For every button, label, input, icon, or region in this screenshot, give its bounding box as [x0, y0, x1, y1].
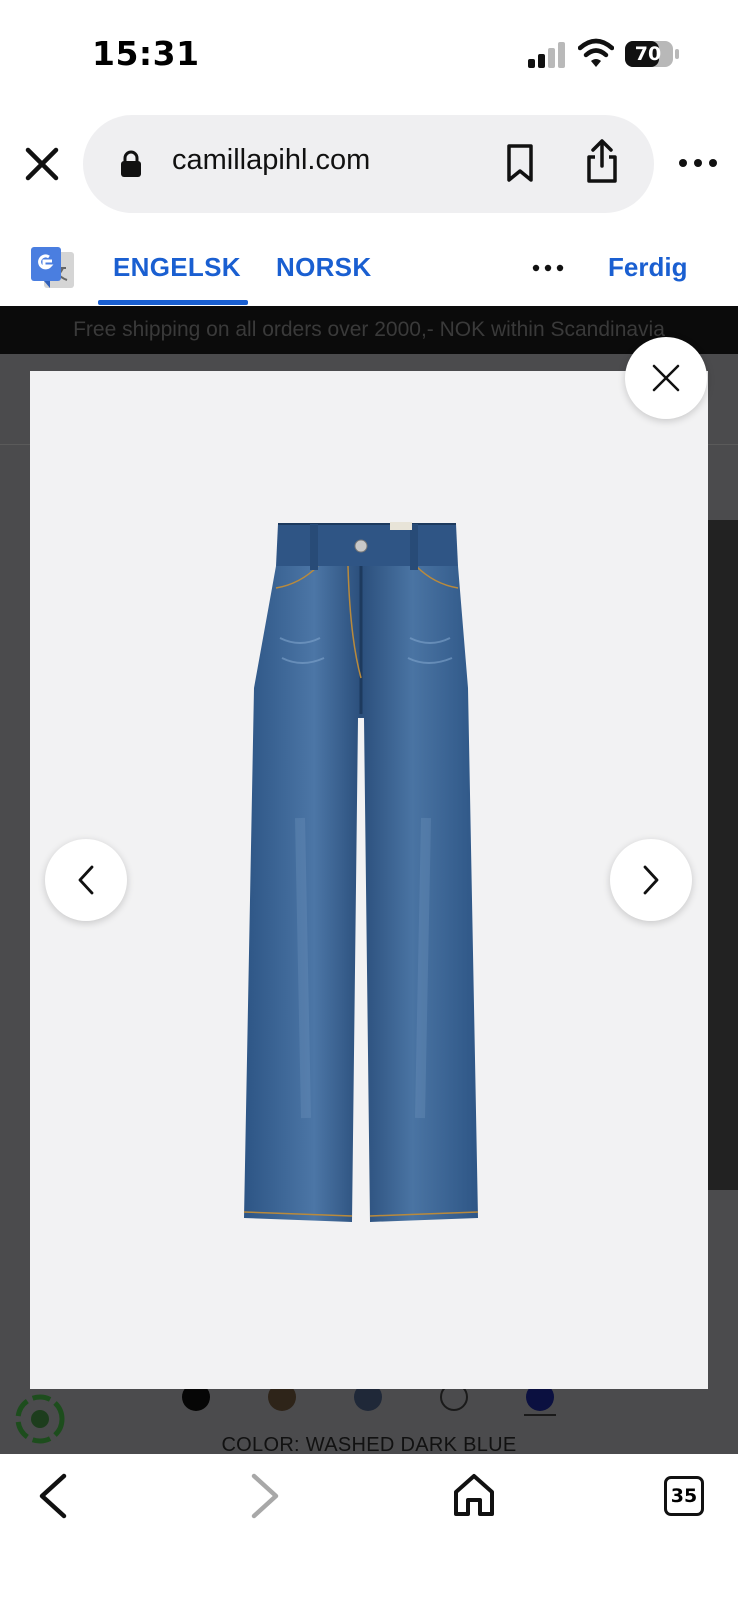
chevron-right-icon: [643, 865, 659, 895]
promo-text: Free shipping on all orders over 2000,- …: [73, 318, 665, 341]
background-product-photo: [707, 520, 738, 1190]
selected-swatch-indicator: [524, 1414, 556, 1416]
bookmark-icon[interactable]: [504, 143, 536, 183]
google-translate-icon: [31, 247, 74, 288]
selected-tab-indicator: [98, 300, 248, 305]
status-time: 15:31: [92, 34, 200, 73]
close-lightbox-button[interactable]: [625, 337, 707, 419]
tab-english[interactable]: ENGELSK: [113, 252, 241, 283]
bottom-toolbar: [0, 1454, 738, 1600]
product-image-jeans[interactable]: [240, 518, 498, 1238]
signal-icon: [528, 42, 565, 68]
close-icon: [652, 364, 680, 392]
chevron-left-icon: [78, 865, 94, 895]
tabs-icon[interactable]: 35: [664, 1476, 704, 1516]
next-image-button[interactable]: [610, 839, 692, 921]
close-icon[interactable]: [18, 140, 66, 188]
chat-widget-icon[interactable]: [14, 1393, 66, 1445]
forward-arrow-icon[interactable]: [246, 1472, 284, 1520]
lock-icon: [121, 150, 141, 177]
more-icon[interactable]: [530, 258, 566, 278]
tab-norsk[interactable]: NORSK: [276, 252, 371, 283]
more-icon[interactable]: [676, 148, 720, 178]
battery-level: 70: [634, 43, 662, 65]
share-icon[interactable]: [584, 138, 620, 184]
previous-image-button[interactable]: [45, 839, 127, 921]
battery-icon: 70: [624, 40, 680, 68]
back-arrow-icon[interactable]: [34, 1472, 72, 1520]
done-button[interactable]: Ferdig: [608, 252, 687, 283]
wifi-icon: [578, 38, 614, 67]
home-icon[interactable]: [452, 1472, 496, 1518]
url-text[interactable]: camillapihl.com: [172, 144, 370, 177]
